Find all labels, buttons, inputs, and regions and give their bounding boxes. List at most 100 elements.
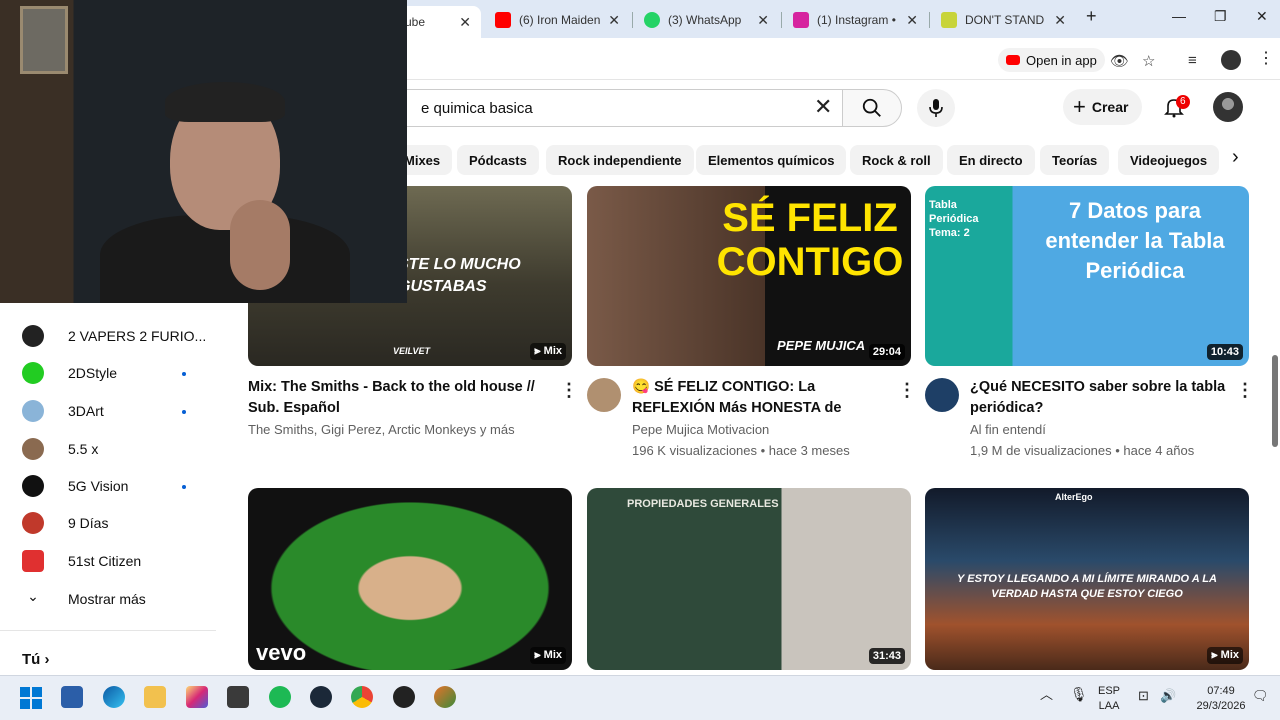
channel-avatar xyxy=(22,475,44,497)
video-thumbnail[interactable]: 7 Datos para entender la Tabla Periódica… xyxy=(925,186,1249,366)
tab-iron-maiden[interactable]: (6) Iron Maiden ✕ xyxy=(485,6,630,34)
chip-elementos-quimicos[interactable]: Elementos químicos xyxy=(696,145,847,175)
edge-icon[interactable] xyxy=(103,686,125,708)
channel-avatar[interactable] xyxy=(925,378,959,412)
star-icon[interactable]: ☆ xyxy=(1142,52,1155,70)
duration-badge: 29:04 xyxy=(868,344,905,360)
clear-search-button[interactable]: ✕ xyxy=(814,95,832,119)
tab-whatsapp[interactable]: (3) WhatsApp ✕ xyxy=(634,6,779,34)
more-options-icon[interactable]: ⋮ xyxy=(560,380,578,401)
sidebar-item-3dart[interactable]: 3DArt xyxy=(22,400,104,422)
store-icon[interactable] xyxy=(61,686,83,708)
create-label: Crear xyxy=(1091,99,1129,115)
sidebar-item-5-5-x[interactable]: 5.5 x xyxy=(22,438,98,460)
close-window-button[interactable]: ✕ xyxy=(1256,8,1268,25)
chip-rock-independiente[interactable]: Rock independiente xyxy=(546,145,694,175)
tab-dont-stand[interactable]: DON'T STAND S ✕ xyxy=(931,6,1076,34)
mix-label: Mix xyxy=(1220,649,1239,661)
tab-divider xyxy=(781,12,782,28)
eye-off-icon[interactable]: 👁 xyxy=(1110,52,1129,70)
search-icon xyxy=(862,98,881,117)
account-avatar[interactable] xyxy=(1213,92,1243,122)
chevron-up-icon[interactable]: ︿ xyxy=(1040,687,1053,702)
chip-label: Videojuegos xyxy=(1130,152,1208,168)
tab-label: (1) Instagram • I xyxy=(817,13,899,27)
minimize-button[interactable]: — xyxy=(1172,8,1186,24)
video-channel[interactable]: Pepe Mujica Motivacion xyxy=(632,422,769,437)
search-button[interactable] xyxy=(842,89,902,127)
video-thumbnail[interactable]: SÉ FELIZ CONTIGO PEPE MUJICA 29:04 xyxy=(587,186,911,366)
clock[interactable]: 07:49 29/3/2026 xyxy=(1190,684,1252,714)
show-more-button[interactable]: ⌄ Mostrar más xyxy=(22,588,146,610)
tab-youtube[interactable]: ube ✕ xyxy=(395,6,481,38)
sidebar-item-5g-vision[interactable]: 5G Vision xyxy=(22,475,128,497)
sidebar-you-section[interactable]: Tú › xyxy=(22,651,50,668)
chevron-right-icon: › xyxy=(44,651,50,668)
video-title[interactable]: ¿Qué NECESITO saber sobre la tabla perió… xyxy=(970,377,1232,419)
volume-icon[interactable]: 🔊 xyxy=(1160,688,1176,703)
chip-rock-and-roll[interactable]: Rock & roll xyxy=(850,145,943,175)
video-stats: 196 K visualizaciones • hace 3 meses xyxy=(632,443,850,458)
video-channel[interactable]: The Smiths, Gigi Perez, Arctic Monkeys y… xyxy=(248,422,515,437)
close-icon[interactable]: ✕ xyxy=(608,12,620,29)
chevron-right-icon[interactable]: › xyxy=(1232,146,1239,169)
create-button[interactable]: + Crear xyxy=(1063,89,1143,125)
channel-avatar xyxy=(22,325,44,347)
steam-icon[interactable] xyxy=(310,686,332,708)
picture-frame xyxy=(20,6,68,74)
chip-podcasts[interactable]: Pódcasts xyxy=(457,145,539,175)
more-options-icon[interactable]: ⋮ xyxy=(1236,380,1254,401)
chip-en-directo[interactable]: En directo xyxy=(947,145,1035,175)
open-in-app-button[interactable]: Open in app xyxy=(998,48,1105,72)
notification-center-icon[interactable]: 🗨 xyxy=(1252,688,1269,703)
search-input[interactable]: e quimica basica xyxy=(400,89,842,127)
instagram-icon[interactable] xyxy=(186,686,208,708)
mix-label: Mix xyxy=(543,345,562,357)
close-icon[interactable]: ✕ xyxy=(1054,12,1066,29)
app-icon[interactable] xyxy=(393,686,415,708)
language-indicator[interactable]: ESP LAA xyxy=(1098,684,1120,714)
channel-avatar[interactable] xyxy=(587,378,621,412)
video-thumbnail[interactable]: AlterEgo Y ESTOY LLEGANDO A MI LÍMITE MI… xyxy=(925,488,1249,670)
video-channel[interactable]: Al fin entendí xyxy=(970,422,1046,437)
person-hand xyxy=(230,200,290,290)
app-icon[interactable] xyxy=(434,686,456,708)
sidebar-item-2dstyle[interactable]: 2DStyle xyxy=(22,362,117,384)
sidebar-item-9-dias[interactable]: 9 Días xyxy=(22,512,108,534)
vevo-logo: vevo xyxy=(256,640,307,665)
scrollbar[interactable] xyxy=(1272,355,1278,447)
new-tab-button[interactable]: + xyxy=(1086,6,1097,27)
channel-avatar xyxy=(22,438,44,460)
windows-start-icon[interactable] xyxy=(20,687,42,709)
sidebar-item-2-vapers[interactable]: 2 VAPERS 2 FURIO... xyxy=(22,325,206,347)
chrome-icon[interactable] xyxy=(351,686,373,708)
voice-search-button[interactable] xyxy=(917,89,955,127)
microphone-icon[interactable]: 🎙 xyxy=(1070,687,1088,702)
maximize-button[interactable]: ❐ xyxy=(1214,8,1227,25)
mix-badge: ⫸ Mix xyxy=(1207,647,1243,664)
sidebar-item-label: 3DArt xyxy=(68,403,104,419)
sidebar-item-51st-citizen[interactable]: 51st Citizen xyxy=(22,550,141,572)
close-icon[interactable]: ✕ xyxy=(757,12,769,29)
close-icon[interactable]: ✕ xyxy=(906,12,918,29)
menu-icon[interactable]: ⋮ xyxy=(1258,48,1274,68)
video-title[interactable]: 😋 SÉ FELIZ CONTIGO: La REFLEXIÓN Más HON… xyxy=(632,377,892,419)
youtube-icon xyxy=(495,12,511,28)
video-thumbnail[interactable]: PROPIEDADES GENERALES 31:43 xyxy=(587,488,911,670)
chip-teorias[interactable]: Teorías xyxy=(1040,145,1110,175)
media-control-icon[interactable]: ≡ xyxy=(1188,52,1197,69)
spotify-icon[interactable] xyxy=(269,686,291,708)
more-options-icon[interactable]: ⋮ xyxy=(898,380,916,401)
folder-icon[interactable] xyxy=(144,686,166,708)
avatar[interactable] xyxy=(1221,50,1241,70)
thumbnail-watermark: PEPE MUJICA xyxy=(777,338,866,353)
sidebar-item-label: 2 VAPERS 2 FURIO... xyxy=(68,328,207,344)
clock-date: 29/3/2026 xyxy=(1196,700,1246,712)
app-icon[interactable] xyxy=(227,686,249,708)
close-icon[interactable]: ✕ xyxy=(459,14,471,31)
tab-instagram[interactable]: (1) Instagram • I ✕ xyxy=(783,6,928,34)
video-thumbnail[interactable]: vevo ⫸ Mix xyxy=(248,488,572,670)
network-icon[interactable]: ⊡ xyxy=(1138,688,1149,703)
chip-videojuegos[interactable]: Videojuegos xyxy=(1118,145,1220,175)
video-title[interactable]: Mix: The Smiths - Back to the old house … xyxy=(248,377,544,419)
